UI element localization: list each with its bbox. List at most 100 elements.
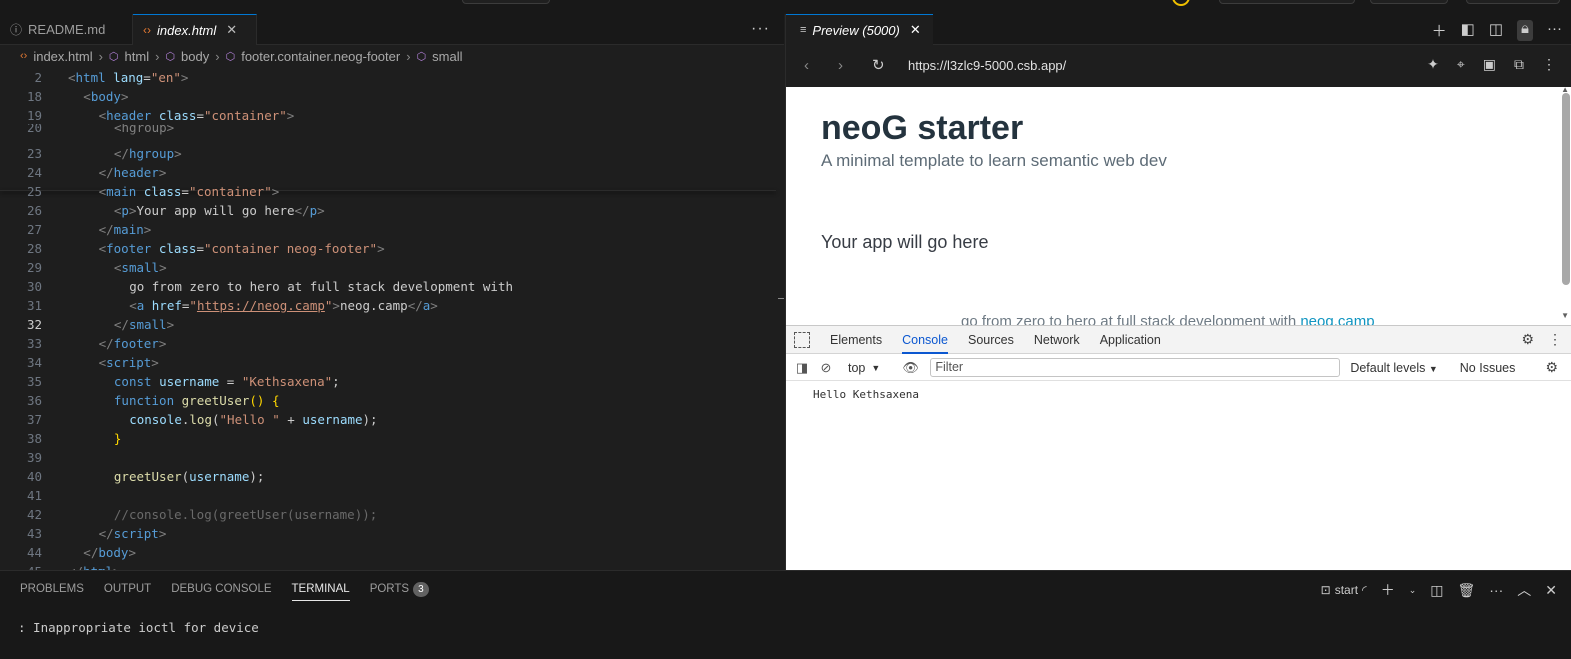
footer-link[interactable]: neog.camp	[1300, 313, 1374, 325]
toolbar-control[interactable]	[1219, 0, 1355, 4]
footer-text: go from zero to hero at full stack devel…	[961, 313, 1297, 325]
breadcrumb-item[interactable]: ‹› index.html ›	[20, 49, 109, 64]
target-icon[interactable]: ⌖	[1457, 56, 1465, 73]
forward-icon[interactable]: ›	[838, 57, 854, 74]
gear-icon[interactable]: ⚙	[1545, 359, 1558, 376]
toolbar-control[interactable]	[1370, 0, 1448, 4]
tab-output[interactable]: OUTPUT	[104, 571, 151, 607]
eye-icon[interactable]: 👁︎	[902, 360, 919, 376]
close-icon[interactable]: ✕	[910, 22, 921, 38]
info-icon: ⓘ	[10, 23, 23, 37]
gear-icon[interactable]: ⚙	[1521, 331, 1534, 348]
command-center[interactable]	[462, 0, 550, 4]
tab-readme[interactable]: ⓘ README.md	[0, 14, 133, 45]
split-terminal-icon[interactable]: ◫	[1430, 582, 1443, 599]
title-bar	[0, 0, 1571, 14]
tab-elements[interactable]: Elements	[830, 326, 882, 354]
tab-terminal[interactable]: TERMINAL	[291, 571, 350, 607]
inspect-element-icon[interactable]	[794, 331, 810, 348]
code-line: 39	[0, 448, 784, 467]
element-icon: ⬡	[165, 50, 176, 63]
lock-icon[interactable]: 🔒︎	[1517, 20, 1533, 41]
breadcrumb-item[interactable]: ⬡ body ›	[165, 49, 225, 64]
chevron-up-icon[interactable]: ︿	[1517, 580, 1531, 600]
code-line: 44 </body>	[0, 543, 784, 562]
breadcrumb-item[interactable]: ⬡ small	[417, 49, 463, 64]
line-number: 36	[26, 393, 42, 408]
chevron-right-icon: ›	[98, 48, 103, 64]
tab-debug-console[interactable]: DEBUG CONSOLE	[171, 571, 271, 607]
code-line: 25 <main class="container">	[0, 182, 784, 201]
tab-sources[interactable]: Sources	[968, 326, 1014, 354]
tab-console[interactable]: Console	[902, 326, 948, 354]
account-indicator-icon[interactable]	[1172, 0, 1190, 6]
more-actions-icon[interactable]: ···	[1547, 20, 1562, 41]
context-select[interactable]: top ▼	[848, 361, 880, 375]
scroll-down-icon[interactable]: ▼	[1561, 311, 1569, 320]
close-icon[interactable]: ✕	[1545, 582, 1557, 599]
clear-console-icon[interactable]: ⊘	[818, 360, 834, 376]
tab-network[interactable]: Network	[1034, 326, 1080, 354]
more-actions-icon[interactable]: ⋮	[1542, 56, 1556, 73]
tab-application[interactable]: Application	[1100, 326, 1161, 354]
reload-icon[interactable]: ↻	[872, 56, 888, 74]
code-text: <body>	[83, 89, 129, 104]
html-icon: ‹›	[143, 23, 151, 37]
tab-label: README.md	[28, 22, 106, 37]
open-external-icon[interactable]: ⧉	[1514, 56, 1524, 73]
split-editor-icon[interactable]: ◫	[1489, 20, 1503, 41]
code-editor[interactable]: 20 <hgroup> 2 <html lang="en"> 18 <body> 19 <…	[0, 68, 784, 570]
line-number: 43	[26, 526, 42, 541]
line-number: 39	[26, 450, 42, 465]
code-text: <footer class="container neog-footer">	[98, 241, 385, 256]
tab-preview[interactable]: ≡ Preview (5000) ✕	[786, 14, 933, 45]
breadcrumb-item[interactable]: ⬡ footer.container.neog-footer ›	[226, 49, 417, 64]
trash-icon[interactable]: 🗑︎	[1457, 582, 1475, 599]
breadcrumb-label: index.html	[33, 48, 93, 64]
code-line: 36 function greetUser() {	[0, 391, 784, 410]
more-actions-icon[interactable]: ···	[751, 20, 770, 38]
toggle-panel-icon[interactable]: ◧	[1461, 20, 1475, 41]
code-text: //console.log(greetUser(username));	[113, 507, 378, 522]
code-text: <main class="container">	[98, 184, 280, 199]
sidebar-toggle-icon[interactable]: ◨	[794, 360, 810, 376]
scrollbar-thumb[interactable]	[1562, 93, 1570, 285]
code-text: <p>Your app will go here</p>	[113, 203, 325, 218]
close-icon[interactable]: ✕	[226, 22, 237, 38]
terminal-selector[interactable]: ⊡ start ◜	[1321, 583, 1367, 597]
tab-problems[interactable]: PROBLEMS	[20, 571, 84, 607]
filter-input[interactable]: Filter	[930, 358, 1341, 377]
breadcrumb-item[interactable]: ⬡ html ›	[109, 49, 166, 64]
line-number: 23	[26, 146, 42, 161]
tab-index-html[interactable]: ‹› index.html ✕	[133, 14, 257, 45]
chevron-down-icon[interactable]: ⌄	[1409, 585, 1417, 596]
code-text: function greetUser() {	[113, 393, 280, 408]
plus-icon[interactable]: ＋	[1432, 20, 1447, 41]
code-line: 31 <a href="https://neog.camp">neog.camp<…	[0, 296, 784, 315]
line-number: 31	[26, 298, 42, 313]
sparkle-icon[interactable]: ✦	[1427, 56, 1439, 73]
line-number: 35	[26, 374, 42, 389]
preview-viewport[interactable]: neoG starter A minimal template to learn…	[786, 87, 1571, 325]
more-actions-icon[interactable]: ⋮	[1548, 331, 1562, 348]
browser-tools: ✦ ⌖ ▣ ⧉ ⋮	[1427, 56, 1556, 73]
preview-pane: ≡ Preview (5000) ✕ ＋ ◧ ◫ 🔒︎ ··· ‹ › ↻ ht…	[785, 14, 1571, 570]
back-icon[interactable]: ‹	[804, 57, 820, 74]
code-line: 20 <hgroup>	[0, 124, 784, 137]
terminal-icon[interactable]: ▣	[1483, 56, 1496, 73]
url-field[interactable]: https://l3zlc9-5000.csb.app/	[908, 58, 1066, 73]
tab-ports[interactable]: PORTS 3	[370, 571, 429, 607]
code-line: 43 </script>	[0, 524, 784, 543]
toolbar-control[interactable]	[1466, 0, 1560, 4]
editor-tab-bar: ⓘ README.md ‹› index.html ✕ ···	[0, 14, 784, 45]
issues-counter[interactable]: No Issues	[1460, 361, 1516, 375]
panel-toolbar: ⊡ start ◜ ＋ ⌄ ◫ 🗑︎ ··· ︿ ✕	[1321, 580, 1557, 600]
scrollbar-marker	[778, 298, 784, 299]
ports-badge: 3	[413, 582, 429, 597]
terminal-output[interactable]: : Inappropriate ioctl for device	[18, 620, 259, 635]
code-text: </hgroup>	[113, 146, 182, 161]
code-line: 18 <body>	[0, 87, 784, 106]
more-actions-icon[interactable]: ···	[1489, 582, 1503, 598]
plus-icon[interactable]: ＋	[1381, 580, 1395, 600]
levels-select[interactable]: Default levels ▼	[1350, 361, 1437, 375]
